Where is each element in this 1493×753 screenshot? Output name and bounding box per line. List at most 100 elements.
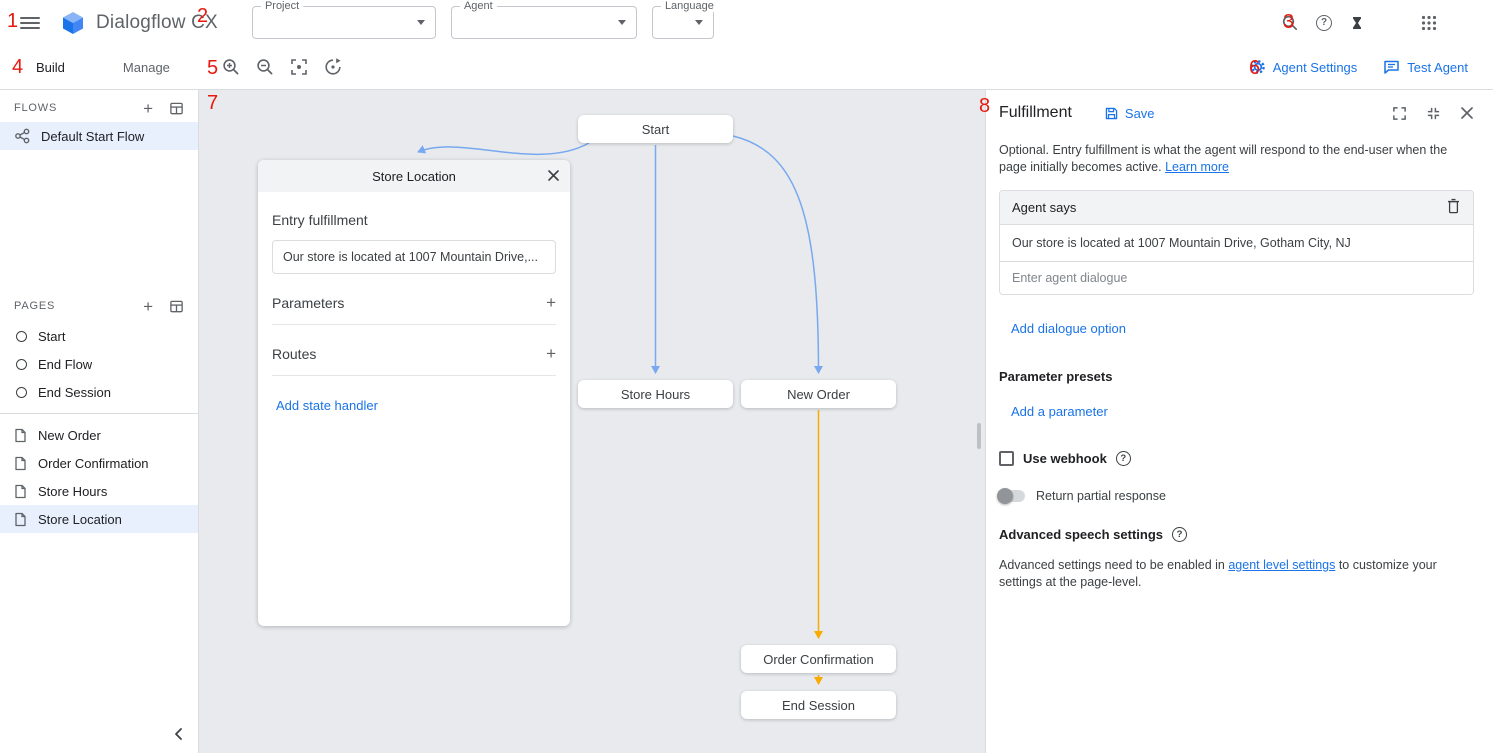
tab-manage[interactable]: Manage (123, 60, 170, 75)
add-state-handler-link[interactable]: Add state handler (272, 398, 556, 413)
pending-hourglass-icon[interactable] (1349, 15, 1365, 31)
page-file-icon (14, 512, 27, 527)
annotation-5: 5 (207, 57, 218, 80)
annotation-7: 7 (207, 92, 218, 115)
return-partial-response-label: Return partial response (1036, 489, 1166, 503)
close-icon[interactable] (547, 169, 560, 185)
node-new-order[interactable]: New Order (741, 380, 896, 408)
use-webhook-checkbox[interactable] (999, 451, 1014, 466)
node-order-confirmation[interactable]: Order Confirmation (741, 645, 896, 673)
advanced-speech-settings-label: Advanced speech settings (999, 527, 1163, 542)
add-flow-icon[interactable]: + (143, 100, 153, 117)
agent-dialogue-input[interactable] (1000, 261, 1473, 294)
panel-resize-handle[interactable] (977, 423, 981, 449)
flow-canvas[interactable]: Start Store Hours New Order Order Confir… (199, 90, 986, 753)
hamburger-menu-icon[interactable] (20, 13, 40, 33)
pages-section-header: PAGES + (0, 294, 198, 318)
node-start[interactable]: Start (578, 115, 733, 143)
annotation-3: 3 (1283, 11, 1294, 34)
agent-says-header: Agent says (1000, 191, 1473, 224)
page-label: End Session (38, 385, 111, 400)
page-file-icon (14, 456, 27, 471)
store-location-card-header: Store Location (258, 160, 570, 192)
save-button[interactable]: Save (1104, 106, 1155, 121)
sidebar-item-store-hours[interactable]: Store Hours (0, 477, 198, 505)
flows-table-view-icon[interactable] (169, 101, 184, 116)
sidebar-item-end-flow[interactable]: End Flow (0, 350, 198, 378)
dialogflow-logo-icon (60, 10, 86, 36)
flow-icon (14, 128, 30, 144)
store-location-card-body: Entry fulfillment Parameters + Routes + … (258, 192, 570, 427)
parameters-label: Parameters (272, 295, 344, 311)
agent-level-settings-link[interactable]: agent level settings (1228, 558, 1335, 572)
add-parameter-icon[interactable]: + (546, 294, 556, 311)
annotation-2: 2 (197, 5, 208, 28)
node-label: Store Hours (621, 387, 690, 402)
top-header: Dialogflow CX Project Agent Language ? (0, 0, 1493, 45)
fulfillment-text-input[interactable] (272, 240, 556, 274)
learn-more-link[interactable]: Learn more (1165, 160, 1229, 174)
trash-icon[interactable] (1446, 198, 1461, 217)
add-route-icon[interactable]: + (546, 345, 556, 362)
routes-label: Routes (272, 346, 316, 362)
add-dialogue-option-link[interactable]: Add dialogue option (1011, 321, 1474, 336)
agent-selector[interactable]: Agent (451, 6, 637, 39)
agent-says-title: Agent says (1012, 200, 1076, 215)
page-label: Store Hours (38, 484, 107, 499)
sidebar-item-order-confirmation[interactable]: Order Confirmation (0, 449, 198, 477)
project-selector[interactable]: Project (252, 6, 436, 39)
use-webhook-label: Use webhook (1023, 451, 1107, 466)
zoom-out-icon[interactable] (254, 56, 276, 78)
fulfillment-panel: Fulfillment Save (985, 90, 1493, 753)
zoom-in-icon[interactable] (220, 56, 242, 78)
chevron-down-icon (695, 20, 703, 25)
sidebar-item-new-order[interactable]: New Order (0, 421, 198, 449)
agent-settings-label: Agent Settings (1273, 60, 1358, 75)
sidebar-item-end-session[interactable]: End Session (0, 378, 198, 406)
node-label: Order Confirmation (763, 652, 874, 667)
sidebar-item-start[interactable]: Start (0, 322, 198, 350)
advanced-speech-settings-row: Advanced speech settings ? (999, 527, 1474, 542)
return-partial-response-toggle[interactable] (999, 490, 1025, 502)
help-icon[interactable]: ? (1316, 15, 1332, 31)
node-end-session[interactable]: End Session (741, 691, 896, 719)
dialogflow-cx-app: Dialogflow CX Project Agent Language ? (0, 0, 1493, 753)
annotation-4: 4 (12, 56, 23, 79)
fullscreen-icon[interactable] (1392, 106, 1407, 121)
sidebar-collapse-icon[interactable] (168, 723, 190, 745)
store-location-card: Store Location Entry fulfillment Paramet… (258, 160, 570, 626)
agent-says-card: Agent says Our store is located at 1007 … (999, 190, 1474, 295)
tab-build[interactable]: Build (36, 60, 65, 75)
parameter-presets-label: Parameter presets (999, 369, 1474, 384)
pages-header-label: PAGES (14, 300, 55, 312)
panel-header: Fulfillment Save (999, 100, 1474, 126)
webhook-help-icon[interactable]: ? (1116, 451, 1131, 466)
card-title: Store Location (372, 169, 456, 184)
language-selector[interactable]: Language (652, 6, 714, 39)
advanced-speech-help-icon[interactable]: ? (1172, 527, 1187, 542)
agent-says-message: Our store is located at 1007 Mountain Dr… (1000, 224, 1473, 261)
circle-icon (16, 387, 27, 398)
add-a-parameter-link[interactable]: Add a parameter (1011, 404, 1474, 419)
page-label: Store Location (38, 512, 122, 527)
reset-view-icon[interactable] (322, 56, 344, 78)
sidebar-item-store-location[interactable]: Store Location (0, 505, 198, 533)
note-prefix: Advanced settings need to be enabled in (999, 558, 1228, 572)
node-label: End Session (782, 698, 855, 713)
test-agent-button[interactable]: Test Agent (1383, 59, 1468, 75)
node-store-hours[interactable]: Store Hours (578, 380, 733, 408)
fullscreen-exit-icon[interactable] (1426, 106, 1441, 121)
agent-settings-button[interactable]: Agent Settings (1250, 59, 1358, 75)
header-icons: ? (1281, 14, 1437, 32)
save-icon (1104, 106, 1119, 121)
add-page-icon[interactable]: + (143, 298, 153, 315)
page-file-icon (14, 484, 27, 499)
center-focus-icon[interactable] (288, 56, 310, 78)
apps-grid-icon[interactable] (1421, 15, 1437, 31)
pages-table-view-icon[interactable] (169, 299, 184, 314)
close-icon[interactable] (1460, 106, 1474, 120)
panel-title: Fulfillment (999, 104, 1072, 122)
sidebar-item-default-start-flow[interactable]: Default Start Flow (0, 122, 198, 150)
language-selector-label: Language (661, 0, 718, 12)
toolbar: Build Manage (0, 45, 1493, 90)
